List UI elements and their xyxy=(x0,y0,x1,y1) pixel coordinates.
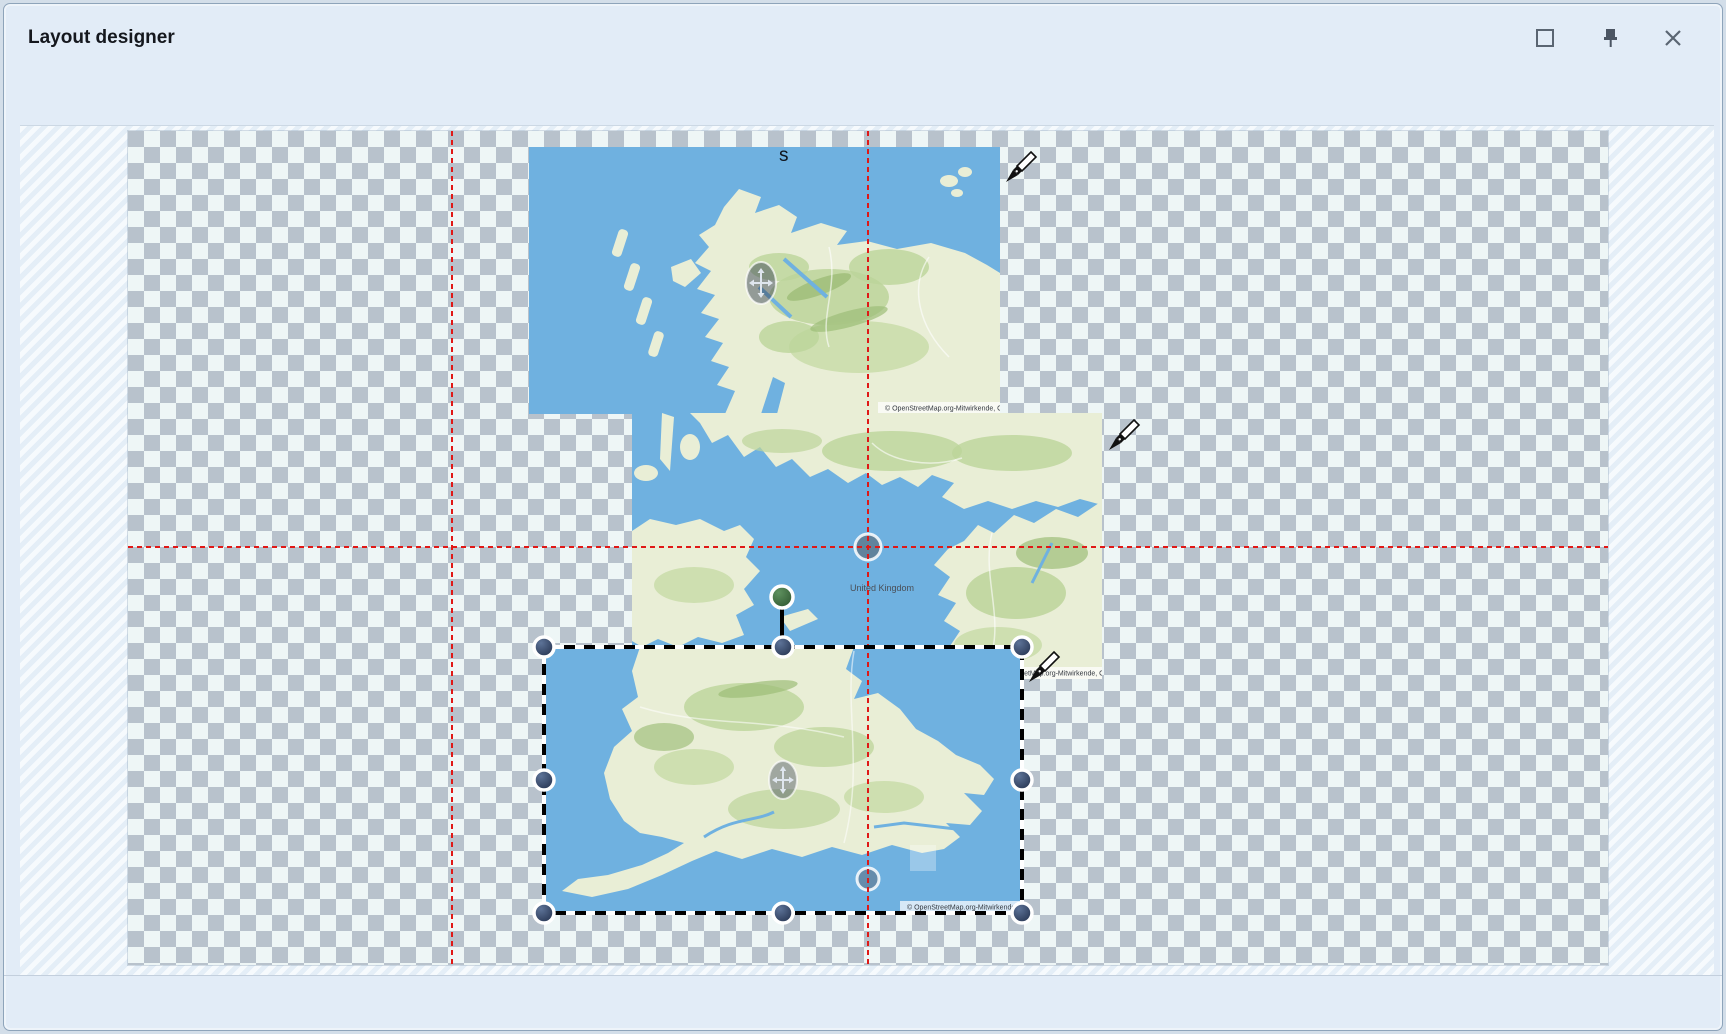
move-handle-selected[interactable] xyxy=(769,761,797,799)
pin-icon xyxy=(1600,27,1622,54)
handle-top-right[interactable] xyxy=(1012,637,1032,657)
close-button[interactable] xyxy=(1658,26,1688,54)
workspace: © OpenStreetMap.org-Mitwirkende, CC BY-S… xyxy=(20,125,1714,976)
map-country-label: United Kingdom xyxy=(850,583,914,593)
map-tile-southern-england[interactable]: © OpenStreetMap.org-Mitwirkende, CC BY-S… xyxy=(544,647,1063,913)
handle-top-center[interactable] xyxy=(773,637,793,657)
map-attribution: © OpenStreetMap.org-Mitwirkende, CC BY-S… xyxy=(907,904,1063,912)
maximize-icon xyxy=(1535,28,1555,53)
layout-designer-window: Layout designer xyxy=(3,3,1723,1031)
map-attribution: © OpenStreetMap.org-Mitwirkende, CC BY-S… xyxy=(885,405,1041,413)
maximize-button[interactable] xyxy=(1530,26,1560,54)
handle-bottom-left[interactable] xyxy=(534,903,554,923)
handle-top-left[interactable] xyxy=(534,637,554,657)
handle-mid-left[interactable] xyxy=(534,770,554,790)
layout-canvas[interactable]: © OpenStreetMap.org-Mitwirkende, CC BY-S… xyxy=(128,131,1608,965)
handle-bottom-center[interactable] xyxy=(773,903,793,923)
close-icon xyxy=(1663,28,1683,53)
time-mark-unit: s xyxy=(779,145,789,167)
map-tile-scotland[interactable]: © OpenStreetMap.org-Mitwirkende, CC BY-S… xyxy=(529,147,1041,414)
path-node-green[interactable] xyxy=(771,586,793,608)
brush-cursor-icon xyxy=(1109,420,1139,450)
handle-bottom-right[interactable] xyxy=(1012,903,1032,923)
window-title: Layout designer xyxy=(28,27,175,49)
transport-bar: 00:00.000 Live preview xyxy=(4,975,1722,1031)
move-handle-scotland[interactable] xyxy=(746,262,776,304)
titlebar[interactable]: Layout designer xyxy=(4,4,1722,66)
pin-button[interactable] xyxy=(1596,26,1626,54)
top-toolbar: Time mark: s xyxy=(4,66,1722,124)
handle-mid-right[interactable] xyxy=(1012,770,1032,790)
brush-cursor-icon xyxy=(1006,152,1036,182)
